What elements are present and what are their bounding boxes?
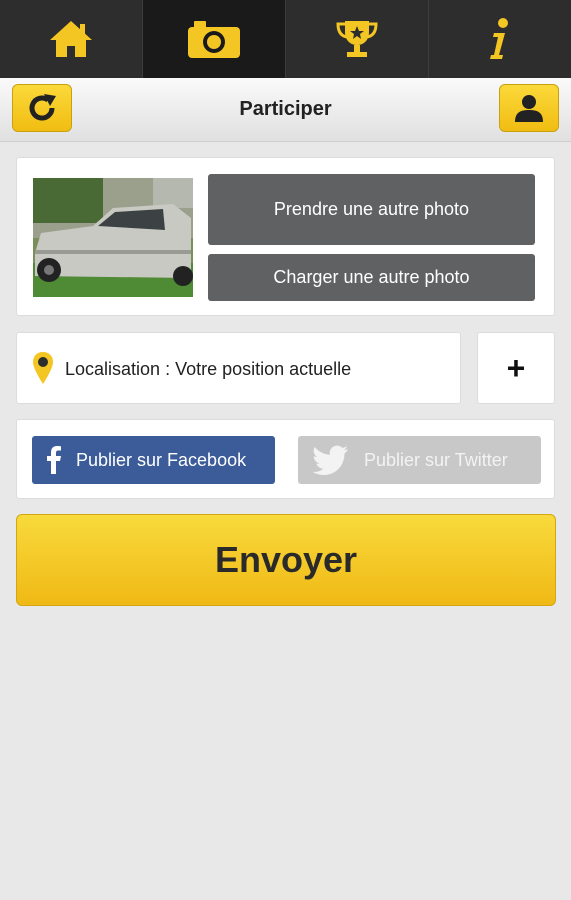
facebook-label: Publier sur Facebook [76,449,247,470]
camera-icon [188,21,240,58]
location-text: Localisation : Votre position actuelle [65,359,352,379]
tab-trophy[interactable] [286,0,429,78]
trophy-icon [336,21,378,57]
take-photo-button[interactable]: Prendre une autre photo [208,174,535,245]
page-header: Participer [0,78,571,142]
tab-camera[interactable] [143,0,286,78]
profile-button[interactable] [499,84,559,132]
social-card: Publier sur Facebook Publier sur Twitter [16,419,555,499]
facebook-button[interactable]: Publier sur Facebook [32,436,275,484]
map-pin-icon [33,352,53,384]
car-photo [33,178,193,297]
user-icon [515,95,543,122]
location-field[interactable]: Localisation : Votre position actuelle [16,332,461,404]
twitter-icon [298,445,364,475]
add-location-button[interactable]: + [477,332,555,404]
tab-info[interactable] [429,0,571,78]
tab-bar [0,0,571,78]
twitter-label: Publier sur Twitter [364,449,508,470]
photo-card: Prendre une autre photo Charger une autr… [16,157,555,316]
page-title: Participer [239,98,332,120]
twitter-button[interactable]: Publier sur Twitter [298,436,541,484]
plus-icon: + [506,350,526,386]
send-button[interactable]: Envoyer [16,514,556,606]
facebook-icon [32,446,76,474]
upload-photo-button[interactable]: Charger une autre photo [208,254,535,301]
info-icon [490,18,508,59]
photo-thumbnail [33,178,193,297]
home-icon [50,21,92,57]
tab-home[interactable] [0,0,143,78]
